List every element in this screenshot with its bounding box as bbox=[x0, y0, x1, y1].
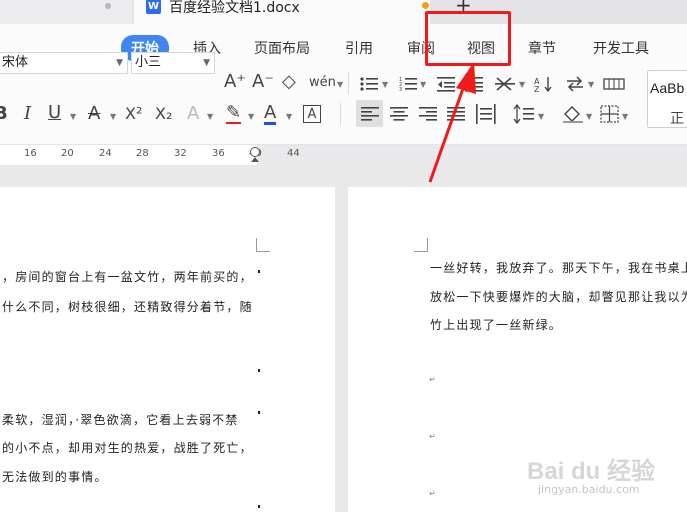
chevron-down-icon[interactable]: ▼ bbox=[622, 112, 628, 121]
highlight-icon[interactable]: ✎ bbox=[226, 104, 242, 124]
document-title: 百度经验文档1.docx bbox=[169, 0, 300, 16]
sort-icon[interactable] bbox=[495, 75, 517, 93]
line-spacing-icon[interactable] bbox=[513, 104, 535, 124]
body-text-line: 竹上出现了一丝新绿。 bbox=[430, 318, 563, 332]
chevron-down-icon[interactable]: ▼ bbox=[538, 112, 544, 121]
chevron-down-icon[interactable]: ▼ bbox=[110, 112, 116, 121]
text-effect-icon[interactable]: A bbox=[187, 105, 199, 123]
paragraph-mark-icon: ↵ bbox=[429, 489, 436, 498]
indent-marker-icon[interactable] bbox=[250, 147, 260, 157]
margin-mark bbox=[258, 270, 260, 273]
superscript-icon[interactable]: X² bbox=[125, 105, 142, 123]
sort-az-icon[interactable]: A Z bbox=[534, 75, 554, 93]
underline-icon[interactable]: U bbox=[48, 104, 61, 122]
char-border-icon[interactable]: A bbox=[303, 105, 321, 123]
margin-corner-mark bbox=[256, 238, 270, 252]
chevron-down-icon[interactable]: ▼ bbox=[248, 112, 254, 121]
baidu-watermark-url: jingyan.baidu.com bbox=[538, 483, 640, 496]
menu-page-layout[interactable]: 页面布局 bbox=[254, 38, 310, 58]
chevron-down-icon[interactable]: ▼ bbox=[207, 112, 213, 121]
align-center-icon[interactable] bbox=[390, 106, 408, 122]
border-icon[interactable] bbox=[600, 105, 620, 123]
body-text-line: 柔软，湿润，·翠色欲滴，它看上去弱不禁 bbox=[2, 413, 239, 427]
chevron-down-icon[interactable]: ▼ bbox=[337, 80, 343, 89]
ruler-tick-label: 28 bbox=[136, 148, 149, 159]
body-text-line: ，房间的窗台上有一盆文竹，两年前买的， bbox=[2, 270, 253, 284]
clear-format-icon[interactable]: ◇ bbox=[282, 73, 296, 91]
chevron-down-icon: ▼ bbox=[203, 58, 210, 68]
phonetic-icon[interactable]: wén bbox=[309, 74, 336, 92]
chevron-down-icon[interactable]: ▼ bbox=[519, 80, 525, 89]
divider bbox=[340, 103, 341, 125]
body-text-line: 一丝好转，我放弃了。那天下午，我在书桌上 bbox=[430, 261, 687, 275]
writer-doc-icon: W bbox=[146, 0, 161, 14]
body-text-line: 什么不同，树枝很细，还精致得分着节，随 bbox=[2, 300, 253, 314]
margin-mark bbox=[258, 369, 260, 372]
paragraph-mark-icon: ↵ bbox=[429, 375, 436, 384]
menu-developer[interactable]: 开发工具 bbox=[593, 38, 649, 58]
tab-strip: W 百度经验文档1.docx + bbox=[0, 0, 687, 24]
menu-references[interactable]: 引用 bbox=[345, 38, 373, 58]
strikethrough-icon[interactable]: A bbox=[88, 105, 100, 123]
font-shrink-icon[interactable]: A⁻ bbox=[252, 73, 274, 91]
subscript-icon[interactable]: X₂ bbox=[155, 105, 172, 123]
horizontal-ruler[interactable]: 16 20 24 28 32 36 40 44 bbox=[0, 144, 687, 167]
italic-icon[interactable]: I bbox=[24, 105, 31, 123]
svg-text:Z: Z bbox=[534, 85, 540, 93]
margin-mark bbox=[258, 411, 260, 414]
align-left-icon[interactable] bbox=[361, 106, 379, 122]
font-color-icon[interactable]: A bbox=[264, 104, 277, 125]
tab-close-dot-icon[interactable] bbox=[105, 3, 111, 9]
red-arrow-annotation bbox=[428, 62, 476, 183]
indent-triangle-icon[interactable] bbox=[251, 157, 259, 162]
margin-corner-mark bbox=[414, 238, 428, 252]
page-gap bbox=[335, 166, 348, 512]
chevron-down-icon[interactable]: ▼ bbox=[586, 112, 592, 121]
line-break-icon[interactable] bbox=[565, 76, 585, 92]
chevron-down-icon: ▼ bbox=[116, 58, 123, 68]
ruler-tick-label: 36 bbox=[212, 148, 225, 159]
body-text-line: 放松一下快要爆炸的大脑，却瞥见那让我以为 bbox=[430, 290, 687, 304]
table-border-icon[interactable] bbox=[603, 76, 625, 92]
body-text-line: 无法做到的事情。 bbox=[2, 470, 108, 484]
ruler-tick-label: 20 bbox=[61, 148, 74, 159]
font-size-select[interactable]: 小三 ▼ bbox=[131, 52, 215, 74]
ruler-tick-label: 44 bbox=[287, 148, 300, 159]
unsaved-indicator-icon bbox=[422, 2, 429, 9]
document-page-left[interactable] bbox=[0, 187, 335, 512]
chevron-down-icon[interactable]: ▼ bbox=[70, 112, 76, 121]
chevron-down-icon[interactable]: ▼ bbox=[286, 112, 292, 121]
menu-chapter[interactable]: 章节 bbox=[528, 38, 556, 58]
chevron-down-icon[interactable]: ▼ bbox=[382, 80, 388, 89]
chevron-down-icon[interactable]: ▼ bbox=[588, 80, 594, 89]
font-grow-icon[interactable]: A⁺ bbox=[224, 73, 246, 91]
font-family-select[interactable]: 宋体 ▼ bbox=[0, 52, 128, 74]
body-text-line: 的小不点，却用对生的热爱，战胜了死亡， bbox=[2, 441, 253, 455]
previous-tab[interactable] bbox=[0, 0, 132, 24]
paragraph-mark-icon: ↵ bbox=[429, 432, 436, 441]
style-sample-text: AaBb bbox=[650, 80, 685, 96]
baidu-watermark: Bai du 经验 bbox=[527, 458, 656, 485]
svg-text:3: 3 bbox=[399, 87, 402, 92]
font-family-value: 宋体 bbox=[2, 55, 29, 70]
ruler-tick-label: 24 bbox=[99, 148, 112, 159]
bold-icon[interactable]: B bbox=[0, 105, 8, 123]
bullet-list-icon[interactable] bbox=[360, 76, 378, 92]
font-size-value: 小三 bbox=[135, 55, 162, 70]
divider bbox=[348, 72, 349, 94]
shading-icon[interactable] bbox=[562, 104, 584, 124]
numbered-list-icon[interactable]: 1 2 3 bbox=[399, 76, 417, 92]
style-name-text: 正 bbox=[670, 111, 684, 127]
margin-mark bbox=[258, 505, 260, 508]
ruler-tick-label: 16 bbox=[24, 148, 37, 159]
ruler-tick-label: 32 bbox=[174, 148, 187, 159]
